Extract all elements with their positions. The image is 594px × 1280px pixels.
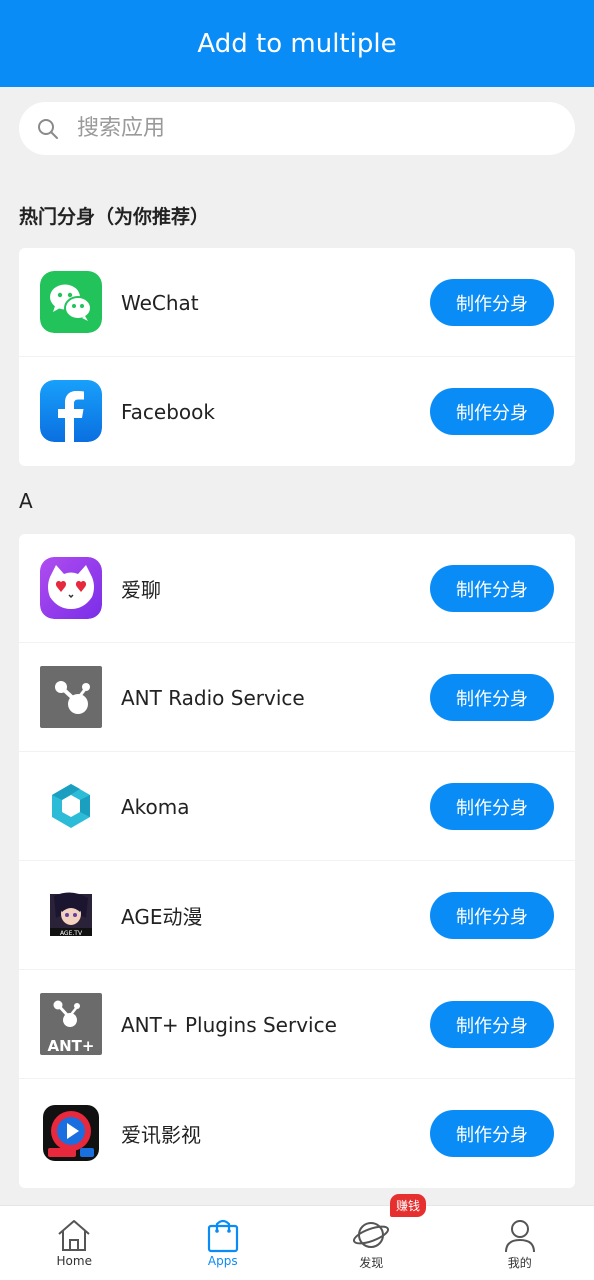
facebook-icon xyxy=(40,380,102,442)
home-icon xyxy=(58,1220,90,1251)
app-name: AGE动漫 xyxy=(121,905,203,929)
create-clone-button[interactable]: 制作分身 xyxy=(430,279,554,326)
aixun-video-icon xyxy=(40,1102,102,1164)
create-clone-button[interactable]: 制作分身 xyxy=(430,892,554,939)
app-name: Facebook xyxy=(121,399,215,424)
search-input[interactable] xyxy=(77,116,537,141)
list-item: Akoma 制作分身 xyxy=(19,752,575,861)
list-item: ANT+ ANT+ Plugins Service 制作分身 xyxy=(19,970,575,1079)
akoma-icon xyxy=(40,775,102,837)
list-item: 爱讯影视 制作分身 xyxy=(19,1079,575,1188)
apps-bag-icon xyxy=(207,1219,238,1253)
svg-text:ANT+: ANT+ xyxy=(48,1037,95,1055)
nav-label: 发现 xyxy=(359,1256,384,1270)
page-title: Add to multiple xyxy=(197,28,397,59)
wechat-icon xyxy=(40,271,102,333)
app-name: 爱讯影视 xyxy=(121,1123,201,1147)
earn-money-badge: 赚钱 xyxy=(390,1194,427,1217)
list-item: Facebook 制作分身 xyxy=(19,357,575,466)
discover-planet-icon xyxy=(353,1222,390,1248)
app-name: 爱聊 xyxy=(121,578,161,602)
top-bar: Add to multiple xyxy=(0,0,594,87)
nav-label: Home xyxy=(56,1254,92,1268)
create-clone-button[interactable]: 制作分身 xyxy=(430,565,554,612)
profile-icon xyxy=(504,1220,535,1253)
list-item: WeChat 制作分身 xyxy=(19,248,575,357)
nav-apps[interactable]: Apps xyxy=(149,1206,298,1280)
search-icon xyxy=(38,118,58,139)
ant-plugins-icon: ANT+ xyxy=(40,993,102,1055)
bottom-navigation: Home Apps 赚钱 发现 我的 xyxy=(0,1194,594,1280)
svg-text:AGE.TV: AGE.TV xyxy=(60,930,83,937)
nav-label: Apps xyxy=(207,1254,238,1268)
create-clone-button[interactable]: 制作分身 xyxy=(430,388,554,435)
age-anime-icon: AGE.TV xyxy=(40,884,102,946)
create-clone-button[interactable]: 制作分身 xyxy=(430,1110,554,1157)
app-name: ANT+ Plugins Service xyxy=(121,1012,337,1037)
ailiao-icon xyxy=(40,557,102,619)
section-letter-a: A xyxy=(19,489,33,513)
create-clone-button[interactable]: 制作分身 xyxy=(430,783,554,830)
a-apps-card: 爱聊 制作分身 ANT Radio Service 制作分身 Akoma 制作分… xyxy=(19,534,575,1188)
list-item: AGE.TV AGE动漫 制作分身 xyxy=(19,861,575,970)
nav-label: 我的 xyxy=(507,1256,532,1270)
list-item: ANT Radio Service 制作分身 xyxy=(19,643,575,752)
nav-profile[interactable]: 我的 xyxy=(446,1206,594,1280)
ant-radio-icon xyxy=(40,666,102,728)
list-item: 爱聊 制作分身 xyxy=(19,534,575,643)
hot-section-title: 热门分身（为你推荐） xyxy=(19,206,210,228)
create-clone-button[interactable]: 制作分身 xyxy=(430,1001,554,1048)
app-name: WeChat xyxy=(121,290,199,315)
create-clone-button[interactable]: 制作分身 xyxy=(430,674,554,721)
search-bar[interactable] xyxy=(19,102,575,155)
nav-home[interactable]: Home xyxy=(0,1206,149,1280)
hot-apps-card: WeChat 制作分身 Facebook 制作分身 xyxy=(19,248,575,466)
nav-discover[interactable]: 赚钱 发现 xyxy=(297,1194,446,1280)
app-name: ANT Radio Service xyxy=(121,685,305,710)
app-name: Akoma xyxy=(121,794,190,819)
